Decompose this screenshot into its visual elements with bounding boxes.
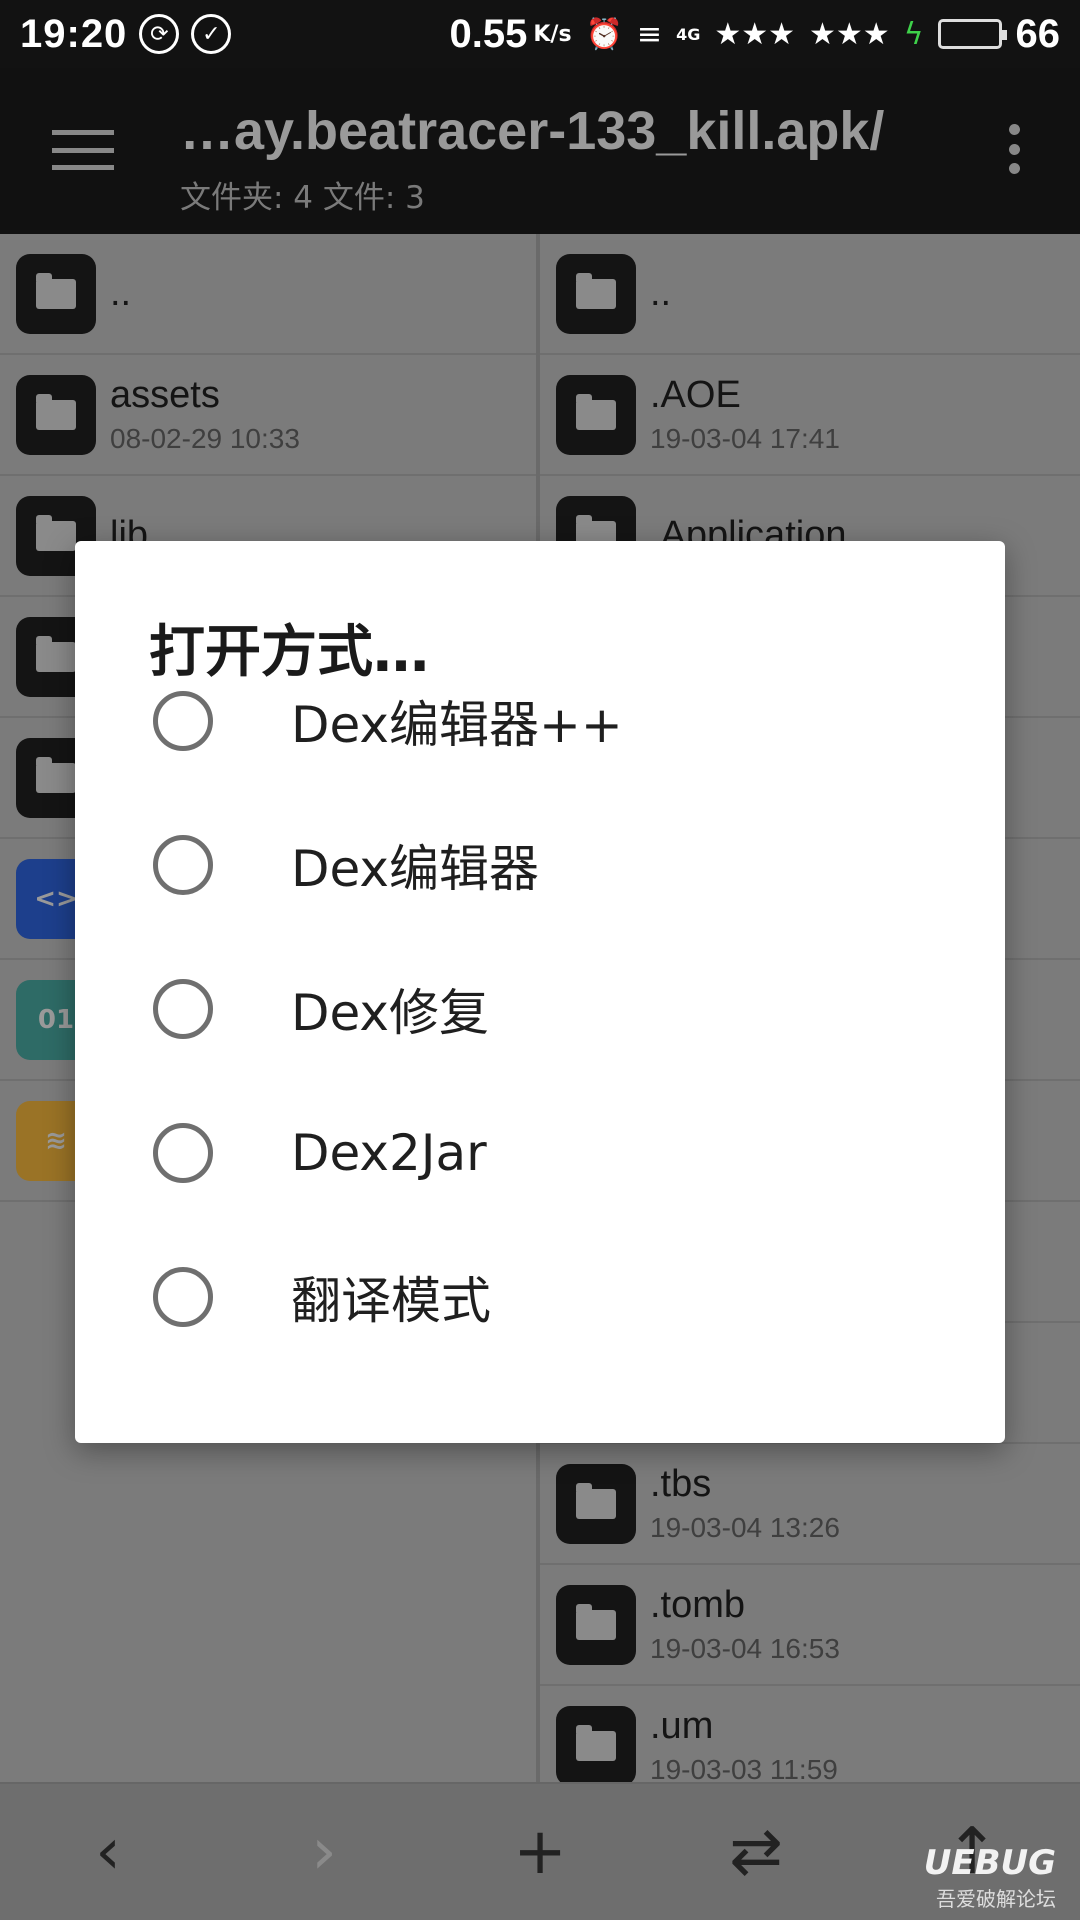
folder-icon <box>16 374 96 455</box>
battery-icon <box>937 19 1007 49</box>
more-options-icon[interactable] <box>1008 124 1020 174</box>
battery-level: 66 <box>1015 11 1061 56</box>
option-dex-editor-plus[interactable]: Dex编辑器++ <box>153 671 623 771</box>
option-dex2jar[interactable]: Dex2Jar <box>153 1103 487 1203</box>
file-row[interactable]: .. <box>540 234 1080 355</box>
swap-panes-button[interactable]: ⇄ <box>696 1815 816 1889</box>
file-date: 08-02-29 10:33 <box>110 423 300 454</box>
network-type: 4G <box>676 24 701 44</box>
file-row[interactable]: assets 08-02-29 10:33 <box>0 355 536 476</box>
radio-button[interactable] <box>153 835 213 895</box>
file-row[interactable]: .um 19-03-03 11:59 <box>540 1686 1080 1782</box>
folder-icon <box>16 253 96 334</box>
open-with-dialog: 打开方式… Dex编辑器++ Dex编辑器 Dex修复 Dex2Jar 翻译模式 <box>75 541 1005 1443</box>
add-button[interactable]: + <box>480 1815 600 1889</box>
watermark: UEBUG 吾爱破解论坛 <box>924 1843 1056 1912</box>
file-name: .. <box>110 272 132 314</box>
menu-icon[interactable] <box>52 130 114 170</box>
file-date: 19-03-04 17:41 <box>650 423 840 454</box>
option-label: Dex编辑器++ <box>291 696 623 754</box>
wifi-icon: ≡ <box>636 16 663 52</box>
radio-button[interactable] <box>153 1267 213 1327</box>
watermark-text: 吾爱破解论坛 <box>936 1887 1056 1911</box>
check-icon: ✓ <box>191 14 232 54</box>
watermark-logo: UEBUG <box>923 1843 1056 1883</box>
file-row[interactable]: .tomb 19-03-04 16:53 <box>540 1565 1080 1686</box>
option-dex-repair[interactable]: Dex修复 <box>153 959 489 1059</box>
file-date: 19-03-04 16:53 <box>650 1633 840 1664</box>
radio-button[interactable] <box>153 691 213 751</box>
sync-icon: ⟳ <box>139 14 180 54</box>
option-label: Dex修复 <box>291 984 489 1042</box>
folder-file-count: 文件夹: 4 文件: 3 <box>180 180 425 216</box>
file-name: .tomb <box>650 1584 746 1626</box>
option-label: Dex2Jar <box>291 1124 487 1182</box>
net-speed-unit: K/s <box>533 21 572 47</box>
signal-icon: ★★★ <box>714 16 796 52</box>
radio-button[interactable] <box>153 1123 213 1183</box>
path-title: …ay.beatracer-133_kill.apk/ <box>180 101 885 161</box>
folder-icon <box>556 374 636 455</box>
signal-2-icon: ★★★ <box>809 16 890 52</box>
file-row[interactable]: .tbs 19-03-04 13:26 <box>540 1444 1080 1565</box>
bottom-toolbar: ‹ › + ⇄ ↑ UEBUG 吾爱破解论坛 <box>0 1782 1080 1920</box>
folder-icon <box>556 1705 636 1782</box>
net-speed: 0.55 <box>449 11 528 56</box>
option-translate-mode[interactable]: 翻译模式 <box>153 1247 491 1347</box>
status-time: 19:20 <box>20 11 128 56</box>
file-name: .um <box>650 1705 714 1747</box>
file-name: .. <box>650 272 672 314</box>
app-toolbar: …ay.beatracer-133_kill.apk/ 文件夹: 4 文件: 3 <box>0 68 1080 234</box>
file-name: .AOE <box>650 374 741 416</box>
file-name: assets <box>110 374 220 416</box>
status-bar: 19:20 ⟳ ✓ 0.55 K/s ⏰ ≡ 4G ★★★ ★★★ ϟ 66 <box>0 0 1080 68</box>
forward-button[interactable]: › <box>264 1815 384 1889</box>
back-button[interactable]: ‹ <box>48 1815 168 1889</box>
option-dex-editor[interactable]: Dex编辑器 <box>153 815 539 915</box>
charging-icon: ϟ <box>903 16 924 52</box>
alarm-icon: ⏰ <box>585 16 623 52</box>
file-date: 19-03-04 13:26 <box>650 1512 840 1543</box>
option-label: Dex编辑器 <box>291 840 539 898</box>
folder-icon <box>556 253 636 334</box>
file-name: .tbs <box>650 1463 712 1505</box>
radio-button[interactable] <box>153 979 213 1039</box>
file-row[interactable]: .. <box>0 234 536 355</box>
file-row[interactable]: .AOE 19-03-04 17:41 <box>540 355 1080 476</box>
folder-icon <box>556 1463 636 1544</box>
option-label: 翻译模式 <box>291 1272 491 1330</box>
file-date: 19-03-03 11:59 <box>650 1754 838 1782</box>
folder-icon <box>556 1584 636 1665</box>
